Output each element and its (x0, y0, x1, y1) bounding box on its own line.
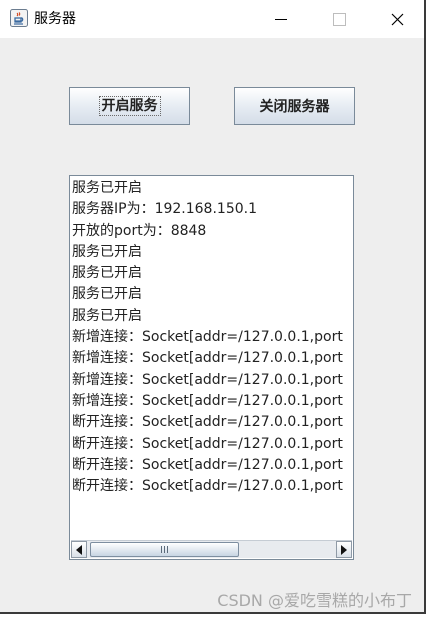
scrollbar-thumb[interactable] (90, 542, 239, 557)
log-line: 新增连接：Socket[addr=/127.0.0.1,port (72, 329, 343, 346)
watermark: CSDN @爱吃雪糕的小布丁 (217, 591, 412, 610)
java-app-icon (10, 9, 28, 27)
start-service-label: 开启服务 (98, 96, 161, 116)
maximize-button[interactable] (310, 0, 368, 38)
minimize-icon (275, 18, 287, 20)
close-button[interactable] (368, 0, 426, 38)
grip-icon (161, 546, 168, 553)
title-bar[interactable]: 服务器 (0, 0, 424, 38)
maximize-icon (332, 12, 346, 26)
log-line: 断开连接：Socket[addr=/127.0.0.1,port (72, 478, 343, 495)
log-line: 服务已开启 (72, 180, 142, 196)
window-title: 服务器 (34, 11, 76, 27)
scroll-right-button[interactable] (336, 541, 352, 558)
log-line: 断开连接：Socket[addr=/127.0.0.1,port (72, 456, 343, 473)
log-line: 服务器IP为：192.168.150.1 (72, 201, 257, 218)
close-icon (391, 13, 403, 25)
log-line: 新增连接：Socket[addr=/127.0.0.1,port (72, 350, 343, 367)
log-lines: 服务已开启 服务器IP为：192.168.150.1 开放的port为：8848 服务… (71, 177, 353, 497)
log-line: 新增连接：Socket[addr=/127.0.0.1,port (72, 392, 343, 409)
log-line: 服务已开启 (72, 243, 142, 260)
log-line: 断开连接：Socket[addr=/127.0.0.1,port (72, 414, 343, 431)
scroll-left-button[interactable] (71, 541, 87, 558)
log-line: 服务已开启 (72, 265, 142, 282)
arrow-right-icon (341, 544, 347, 555)
horizontal-scrollbar[interactable] (71, 540, 352, 558)
stop-server-button[interactable]: 关闭服务器 (234, 87, 355, 125)
arrow-left-icon (76, 544, 82, 555)
log-line: 新增连接：Socket[addr=/127.0.0.1,port (72, 371, 343, 388)
log-line: 断开连接：Socket[addr=/127.0.0.1,port (72, 435, 343, 452)
server-window: 服务器 开启服务 关闭服务器 服务已开启 服务器IP为：192.168.150.1… (0, 0, 426, 614)
stop-server-label: 关闭服务器 (259, 99, 330, 115)
log-viewport: 服务已开启 服务器IP为：192.168.150.1 开放的port为：8848 服务… (71, 177, 353, 541)
log-line: 服务已开启 (72, 307, 142, 324)
log-text-area[interactable]: 服务已开启 服务器IP为：192.168.150.1 开放的port为：8848 服务… (69, 175, 354, 560)
minimize-button[interactable] (252, 0, 310, 38)
log-line: 开放的port为：8848 (72, 222, 207, 239)
log-line: 服务已开启 (72, 286, 142, 303)
start-service-button[interactable]: 开启服务 (69, 87, 190, 125)
